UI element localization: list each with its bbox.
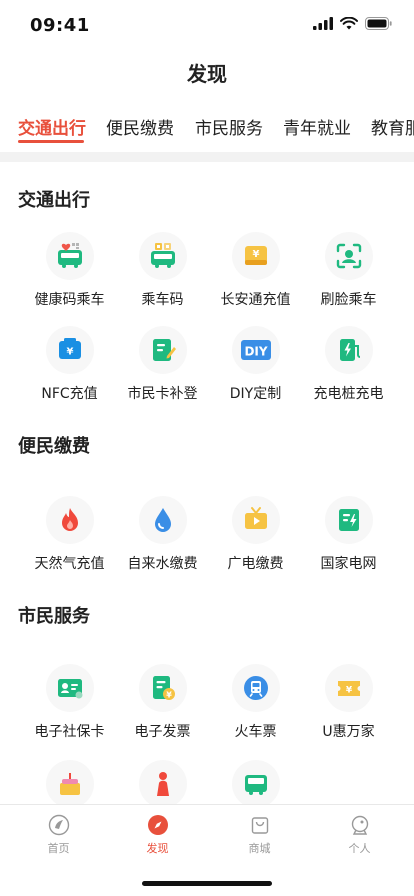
service-face-scan[interactable]: 刷脸乘车 xyxy=(297,232,400,309)
health-code-bus-icon xyxy=(45,232,94,280)
service-charging-pile[interactable]: 充电桩充电 xyxy=(297,326,400,403)
tabbar-discover[interactable]: 发现 xyxy=(106,813,209,856)
service-power-grid[interactable]: 国家电网 xyxy=(297,496,400,573)
service-label: 电子发票 xyxy=(134,724,191,740)
diy-icon: DIY xyxy=(231,326,280,374)
social-security-card-icon xyxy=(45,664,94,712)
tab-citizen-service[interactable]: 市民服务 xyxy=(195,114,263,139)
compass-icon xyxy=(146,813,170,837)
service-health-code-bus[interactable]: 健康码乘车 xyxy=(18,232,121,309)
person-icon xyxy=(138,760,187,808)
bus-icon xyxy=(231,760,280,808)
service-label: 火车票 xyxy=(234,724,277,740)
status-icons xyxy=(313,17,392,30)
svg-text:¥: ¥ xyxy=(166,690,172,699)
home-icon xyxy=(47,813,71,837)
service-label: NFC充值 xyxy=(41,386,98,402)
tab-transport[interactable]: 交通出行 xyxy=(18,114,86,139)
service-label: 市民卡补登 xyxy=(127,386,198,402)
service-coupon[interactable]: ¥ U惠万家 xyxy=(297,664,400,741)
gas-flame-icon xyxy=(45,496,94,544)
section-title-citizen-service: 市民服务 xyxy=(18,606,90,627)
svg-text:¥: ¥ xyxy=(252,249,259,260)
section-title-payment: 便民缴费 xyxy=(18,436,90,457)
card-recharge-icon: ¥ xyxy=(231,232,280,280)
tabbar-label: 商城 xyxy=(248,842,271,855)
tabbar-shop[interactable]: 商城 xyxy=(208,813,311,856)
bus-code-icon xyxy=(138,232,187,280)
service-tv-payment[interactable]: 广电缴费 xyxy=(204,496,307,573)
shop-bag-icon xyxy=(248,813,272,837)
service-bus[interactable] xyxy=(204,760,307,808)
wifi-icon xyxy=(340,17,358,30)
service-card-recharge[interactable]: ¥ 长安通充值 xyxy=(204,232,307,309)
tabbar-home[interactable]: 首页 xyxy=(7,813,110,856)
service-person[interactable] xyxy=(111,760,214,808)
service-label: U惠万家 xyxy=(322,724,375,740)
service-gas-recharge[interactable]: 天然气充值 xyxy=(18,496,121,573)
service-label: 电子社保卡 xyxy=(34,724,105,740)
svg-text:¥: ¥ xyxy=(345,686,352,696)
train-ticket-icon xyxy=(231,664,280,712)
section-title-transport: 交通出行 xyxy=(18,190,90,211)
service-label: 天然气充值 xyxy=(34,556,105,572)
tab-payment[interactable]: 便民缴费 xyxy=(106,114,174,139)
section-divider xyxy=(0,152,414,162)
svg-text:¥: ¥ xyxy=(66,347,73,358)
service-water-payment[interactable]: 自来水缴费 xyxy=(111,496,214,573)
cake-icon xyxy=(45,760,94,808)
tabbar-label: 首页 xyxy=(47,842,70,855)
service-e-invoice[interactable]: ¥ 电子发票 xyxy=(111,664,214,741)
service-label: 充电桩充电 xyxy=(313,386,384,402)
card-edit-icon xyxy=(138,326,187,374)
service-label: 自来水缴费 xyxy=(127,556,198,572)
service-label: 乘车码 xyxy=(141,292,184,308)
face-scan-icon xyxy=(324,232,373,280)
diy-icon-text: DIY xyxy=(244,345,267,359)
service-train-ticket[interactable]: 火车票 xyxy=(204,664,307,741)
service-bus-code[interactable]: 乘车码 xyxy=(111,232,214,309)
active-tab-indicator xyxy=(18,140,84,143)
tabbar-label: 发现 xyxy=(146,842,169,855)
page-title: 发现 xyxy=(187,62,227,86)
service-diy[interactable]: DIY DIY定制 xyxy=(204,326,307,403)
tab-youth-employment[interactable]: 青年就业 xyxy=(283,114,351,139)
signal-icon xyxy=(313,17,333,30)
nfc-recharge-icon: ¥ xyxy=(45,326,94,374)
service-nfc-recharge[interactable]: ¥ NFC充值 xyxy=(18,326,121,403)
charging-pile-icon xyxy=(324,326,373,374)
service-label: 广电缴费 xyxy=(227,556,284,572)
service-label: 刷脸乘车 xyxy=(320,292,377,308)
home-indicator xyxy=(142,881,272,886)
water-drop-icon xyxy=(138,496,187,544)
service-social-security-card[interactable]: 电子社保卡 xyxy=(18,664,121,741)
coupon-icon: ¥ xyxy=(324,664,373,712)
tabbar-label: 个人 xyxy=(348,842,371,855)
tab-education[interactable]: 教育服 xyxy=(371,114,414,139)
service-label: 长安通充值 xyxy=(220,292,291,308)
profile-icon xyxy=(348,813,372,837)
tv-icon xyxy=(231,496,280,544)
service-card-edit[interactable]: 市民卡补登 xyxy=(111,326,214,403)
service-label: 健康码乘车 xyxy=(34,292,105,308)
power-grid-icon xyxy=(324,496,373,544)
status-time: 09:41 xyxy=(30,15,90,36)
service-label: DIY定制 xyxy=(229,386,282,402)
tabbar-profile[interactable]: 个人 xyxy=(308,813,411,856)
e-invoice-icon: ¥ xyxy=(138,664,187,712)
battery-icon xyxy=(365,17,392,30)
status-bar: 09:41 xyxy=(0,0,414,50)
service-label: 国家电网 xyxy=(320,556,377,572)
service-cake[interactable] xyxy=(18,760,121,808)
